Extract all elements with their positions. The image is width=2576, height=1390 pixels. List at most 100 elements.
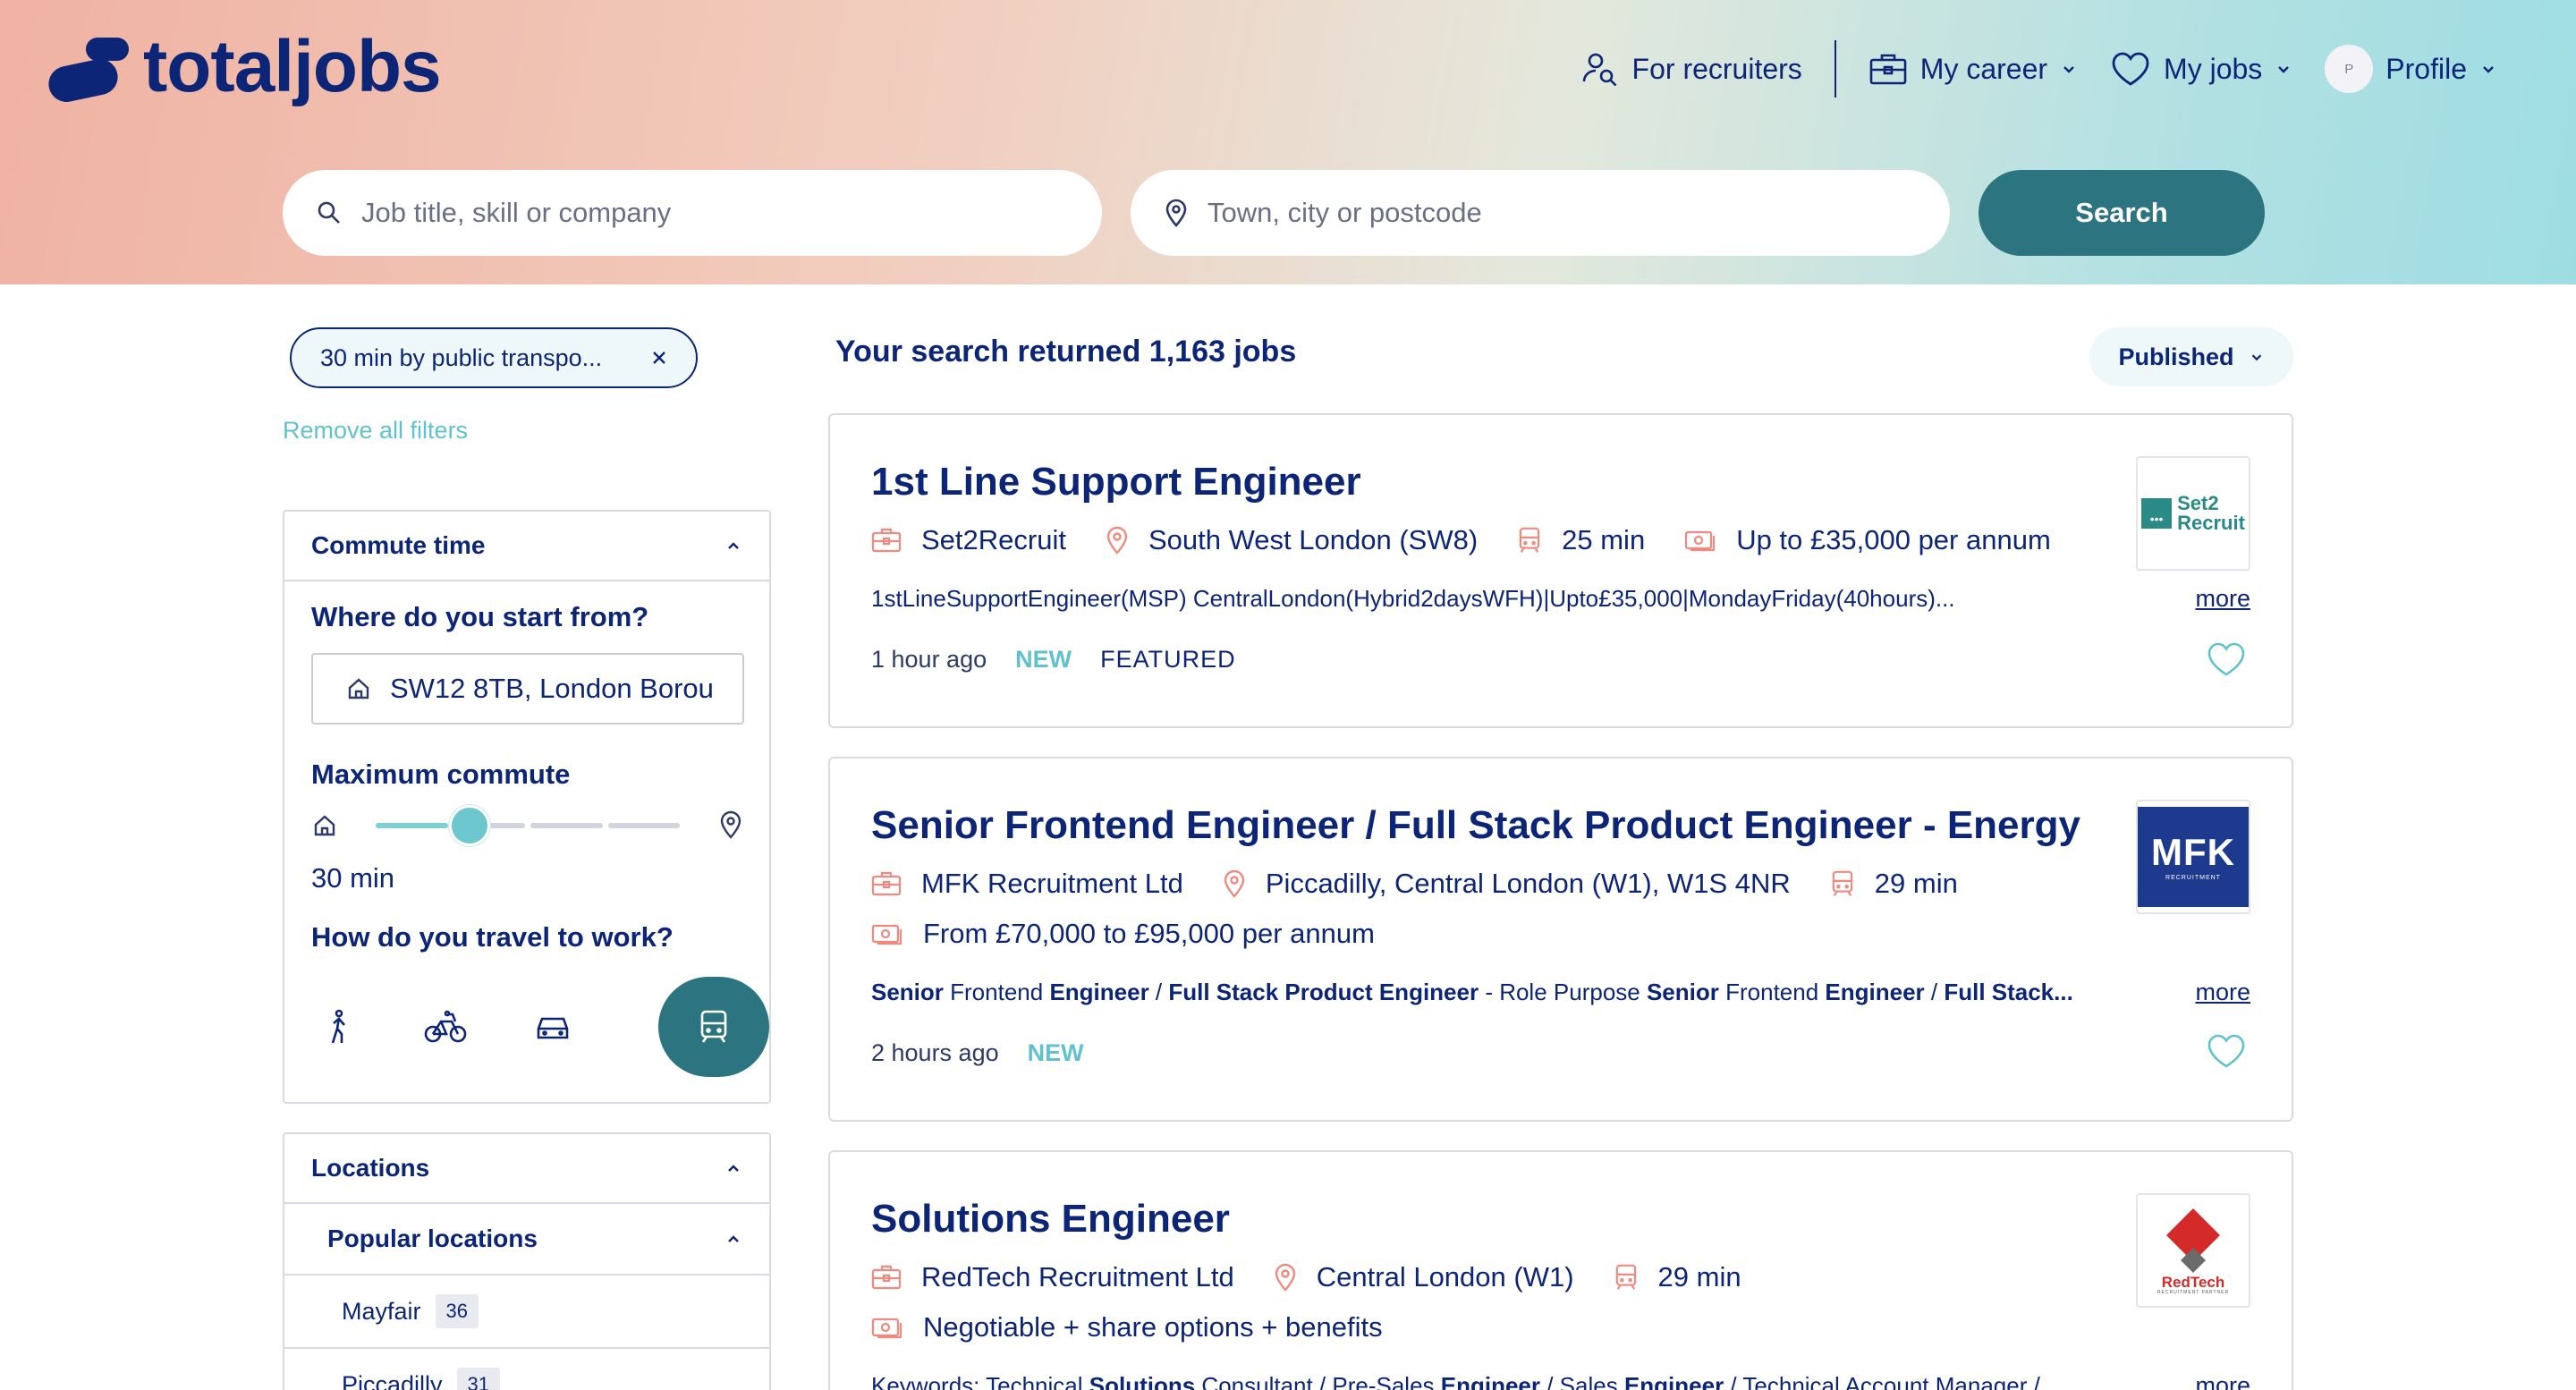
job-title-link[interactable]: Senior Frontend Engineer / Full Stack Pr…: [871, 803, 2080, 848]
location-pin-icon: [1275, 1263, 1295, 1292]
job-salary-row: From £70,000 to £95,000 per annum: [871, 918, 1414, 950]
active-filter-label: 30 min by public transpo...: [320, 343, 603, 371]
popular-locations-header[interactable]: Popular locations: [284, 1204, 769, 1276]
job-company-name: MFK Recruitment Ltd: [921, 868, 1183, 899]
profile-menu[interactable]: P Profile: [2309, 39, 2513, 98]
snippet-keyword: Senior: [871, 979, 944, 1005]
job-card[interactable]: 1st Line Support Engineer Set2Recruit So…: [828, 413, 2293, 728]
company-logo-redtech[interactable]: RedTech RECRUITMENT PARTNER: [2136, 1193, 2250, 1308]
redtech-diamond-icon: [2166, 1208, 2220, 1273]
job-salary-text: Negotiable + share options + benefits: [923, 1311, 1383, 1343]
for-recruiters-link[interactable]: For recruiters: [1564, 39, 1818, 98]
active-filter-chip[interactable]: 30 min by public transpo...: [290, 327, 698, 388]
briefcase-icon: [871, 871, 902, 896]
more-link[interactable]: more: [2195, 1372, 2250, 1390]
walk-mode-button[interactable]: [284, 977, 392, 1077]
my-career-menu[interactable]: My career: [1852, 39, 2094, 98]
job-salary: Negotiable + share options + benefits: [871, 1311, 1383, 1343]
train-icon: [1832, 870, 1852, 896]
sort-dropdown[interactable]: Published: [2089, 327, 2293, 386]
remove-all-filters-link[interactable]: Remove all filters: [283, 417, 468, 445]
logo-subtext: RECRUITMENT: [2165, 874, 2221, 881]
close-icon[interactable]: [651, 350, 667, 366]
location-pin-icon: [1165, 199, 1187, 227]
location-placeholder: Town, city or postcode: [1208, 197, 1482, 228]
logo-mark-icon: [41, 27, 131, 107]
save-job-heart-icon[interactable]: [2206, 640, 2247, 678]
locations-title: Locations: [311, 1154, 430, 1182]
bike-mode-button[interactable]: [392, 977, 499, 1077]
job-company: MFK Recruitment Ltd: [871, 868, 1183, 900]
location-name: Piccadilly: [342, 1370, 443, 1390]
search-button[interactable]: Search: [1979, 170, 2265, 256]
job-title-link[interactable]: 1st Line Support Engineer: [871, 460, 1361, 504]
snippet-text: Frontend: [1718, 979, 1826, 1005]
search-bar: Job title, skill or company Town, city o…: [283, 170, 2265, 256]
job-card[interactable]: Solutions Engineer RedTech Recruitment L…: [828, 1150, 2293, 1390]
snippet-text: /: [1924, 979, 1945, 1005]
snippet-keyword: Engineer: [1049, 979, 1149, 1005]
job-title-link[interactable]: Solutions Engineer: [871, 1197, 1230, 1242]
chevron-down-icon: [2278, 66, 2290, 73]
job-snippet: Senior Frontend Engineer / Full Stack Pr…: [871, 979, 2150, 1006]
logo-subtext: RECRUITMENT PARTNER: [2157, 1289, 2230, 1295]
results-count-heading: Your search returned 1,163 jobs: [835, 335, 1297, 369]
commute-start-value: SW12 8TB, London Borou: [390, 673, 714, 704]
more-link[interactable]: more: [2195, 585, 2250, 613]
save-job-heart-icon[interactable]: [2206, 1032, 2247, 1070]
car-mode-button[interactable]: [499, 977, 606, 1077]
location-pin-icon: [1224, 869, 1245, 898]
job-salary: From £70,000 to £95,000 per annum: [871, 918, 1375, 950]
snippet-text: Keywords: Technical: [871, 1372, 1089, 1390]
job-commute-text: 29 min: [1657, 1261, 1741, 1293]
commute-slider[interactable]: [311, 805, 744, 846]
job-company-name: RedTech Recruitment Ltd: [921, 1261, 1234, 1293]
briefcase-icon: [871, 528, 902, 553]
job-snippet: 1stLineSupportEngineer(MSP) CentralLondo…: [871, 585, 1955, 612]
commute-time-header[interactable]: Commute time: [284, 512, 769, 581]
train-icon: [700, 1010, 727, 1043]
company-logo-mfk[interactable]: MFK RECRUITMENT: [2136, 800, 2250, 914]
snippet-text: / Sales: [1540, 1372, 1624, 1390]
keyword-search-input[interactable]: Job title, skill or company: [283, 170, 1102, 256]
job-card[interactable]: Senior Frontend Engineer / Full Stack Pr…: [828, 757, 2293, 1122]
location-option-piccadilly[interactable]: Piccadilly 31: [284, 1349, 769, 1390]
location-pin-icon: [720, 810, 741, 839]
commute-start-input[interactable]: SW12 8TB, London Borou: [311, 653, 744, 725]
train-mode-button[interactable]: [658, 977, 769, 1077]
snippet-text: Frontend: [943, 979, 1050, 1005]
totaljobs-logo[interactable]: totaljobs: [41, 26, 442, 107]
commute-time-panel: Commute time Where do you start from? SW…: [283, 510, 771, 1104]
snippet-keyword: Full Stack...: [1944, 979, 2073, 1005]
chevron-up-icon: [728, 542, 739, 549]
maximum-commute-value: 30 min: [311, 862, 395, 894]
bike-icon: [424, 1010, 467, 1043]
locations-header[interactable]: Locations: [284, 1134, 769, 1204]
job-footer: 1 hour ago NEW FEATURED: [871, 646, 1236, 674]
briefcase-icon: [871, 1265, 902, 1290]
logo-text: Recruit: [2177, 512, 2245, 534]
job-meta: Set2Recruit South West London (SW8) 25 m…: [871, 524, 2090, 556]
slider-track[interactable]: [376, 823, 680, 828]
more-link[interactable]: more: [2195, 979, 2250, 1006]
slider-thumb[interactable]: [449, 805, 490, 846]
location-search-input[interactable]: Town, city or postcode: [1131, 170, 1950, 256]
job-location: Central London (W1): [1274, 1261, 1574, 1293]
posted-time: 2 hours ago: [871, 1039, 999, 1066]
sort-label: Published: [2118, 343, 2234, 370]
job-commute: 29 min: [1830, 868, 1958, 900]
walk-icon: [331, 1009, 345, 1044]
snippet-keyword: Solutions: [1089, 1372, 1196, 1390]
search-icon: [318, 201, 340, 224]
home-icon: [314, 815, 335, 836]
logo-wordmark: totaljobs: [143, 26, 442, 107]
job-salary-row: Negotiable + share options + benefits: [871, 1311, 1422, 1343]
my-jobs-menu[interactable]: My jobs: [2094, 39, 2309, 98]
job-location: Piccadilly, Central London (W1), W1S 4NR: [1223, 868, 1791, 900]
company-logo-set2recruit[interactable]: ••• Set2 Recruit: [2136, 456, 2250, 571]
for-recruiters-label: For recruiters: [1631, 52, 1802, 85]
location-option-mayfair[interactable]: Mayfair 36: [284, 1276, 769, 1349]
job-commute: 25 min: [1517, 524, 1645, 556]
job-snippet: Keywords: Technical Solutions Consultant…: [871, 1372, 2150, 1390]
snippet-text: Consultant / Pre-Sales: [1195, 1372, 1441, 1390]
